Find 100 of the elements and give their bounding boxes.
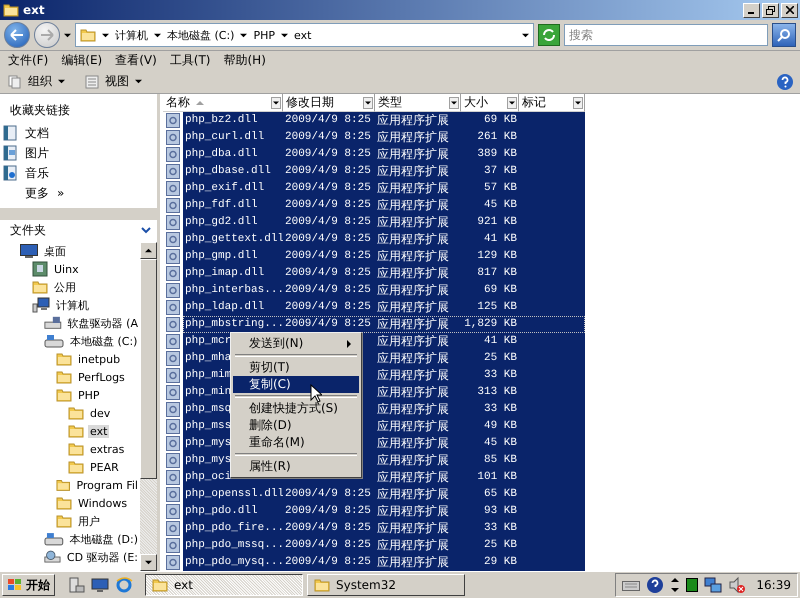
breadcrumb[interactable]: ext (294, 28, 312, 42)
tree-item[interactable]: 计算机 (54, 298, 91, 312)
file-row[interactable]: php_dba.dll 2009/4/9 8:25 应用程序扩展 389 KB (183, 146, 585, 163)
file-icon (166, 232, 180, 247)
folder-icon (56, 369, 72, 385)
search-field[interactable]: 搜索 (564, 24, 768, 46)
network-icon[interactable] (704, 576, 722, 594)
file-row[interactable]: php_exif.dll 2009/4/9 8:25 应用程序扩展 57 KB (183, 180, 585, 197)
picture-folder-icon (3, 145, 17, 161)
size-cell: 261 KB (477, 131, 517, 143)
tree-item[interactable]: Uinx (52, 262, 81, 276)
forward-button[interactable] (34, 22, 60, 48)
chevron-down-icon[interactable] (141, 226, 151, 234)
menu-item[interactable]: 查看(V) (111, 52, 166, 69)
column-header[interactable]: 修改日期 (286, 94, 334, 111)
back-arrow-icon (10, 29, 24, 41)
tree-item[interactable]: Program Fil (74, 478, 140, 492)
file-row[interactable]: php_bz2.dll 2009/4/9 8:25 应用程序扩展 69 KB (183, 112, 585, 129)
browser-icon[interactable] (115, 576, 133, 594)
menu-item[interactable]: 帮助(H) (220, 52, 275, 69)
search-button[interactable] (772, 23, 796, 47)
start-button[interactable]: 开始 (2, 574, 55, 596)
folders-title[interactable]: 文件夹 (10, 222, 46, 238)
tree-item[interactable]: PEAR (88, 460, 121, 474)
breadcrumb[interactable]: 本地磁盘 (C:) (167, 28, 234, 42)
tree-item[interactable]: 本地磁盘 (D:) (68, 532, 140, 546)
file-row[interactable]: php_pdo.dll 2009/4/9 8:25 应用程序扩展 93 KB (183, 503, 585, 520)
help-icon[interactable] (776, 72, 794, 90)
tree-item[interactable]: 本地磁盘 (C:) (68, 334, 140, 348)
toolbar-button[interactable]: 组织 (6, 73, 79, 90)
file-icon (166, 385, 180, 400)
caret-icon (145, 559, 152, 566)
tree-item[interactable]: PHP (76, 388, 102, 402)
menu-item[interactable]: 删除(D) (233, 417, 359, 434)
toolbar-button[interactable]: 视图 (83, 73, 156, 90)
file-row[interactable]: php_imap.dll 2009/4/9 8:25 应用程序扩展 817 KB (183, 265, 585, 282)
close-button[interactable] (781, 2, 798, 18)
more-arrow[interactable]: » (57, 186, 64, 200)
column-header[interactable]: 大小 (464, 94, 488, 111)
file-row[interactable]: php_ldap.dll 2009/4/9 8:25 应用程序扩展 125 KB (183, 299, 585, 316)
column-header[interactable]: 类型 (378, 94, 402, 111)
file-row[interactable]: php_interbas...2009/4/9 8:25 应用程序扩展 69 KB (183, 282, 585, 299)
status-icon[interactable] (686, 578, 698, 592)
tree-item[interactable]: extras (88, 442, 126, 456)
tree-item[interactable]: Windows (76, 496, 130, 510)
favorite-link[interactable]: 图片 (25, 144, 49, 162)
help-icon[interactable] (646, 576, 664, 594)
more-link[interactable]: 更多 (25, 184, 49, 202)
menu-item[interactable]: 编辑(E) (57, 52, 112, 69)
column-header[interactable]: 名称 (166, 94, 190, 111)
breadcrumb[interactable]: 计算机 (115, 28, 148, 42)
column-header[interactable]: 标记 (522, 94, 546, 111)
server-icon[interactable] (67, 576, 85, 594)
menu-item[interactable]: 重命名(M) (233, 434, 359, 451)
tree-item[interactable]: 公用 (52, 280, 78, 294)
file-row[interactable]: php_mbstring...2009/4/9 8:25 应用程序扩展 1,829 KB (183, 316, 585, 333)
menu-item[interactable]: 工具(T) (166, 52, 220, 69)
file-row[interactable]: php_dbase.dll 2009/4/9 8:25 应用程序扩展 37 KB (183, 163, 585, 180)
monitor-icon[interactable] (91, 576, 109, 594)
menu-item[interactable]: 文件(F) (4, 52, 58, 69)
file-row[interactable]: php_gettext.dll 2009/4/9 8:25 应用程序扩展 41 KB (183, 231, 585, 248)
file-row[interactable]: php_pdo_mssq...2009/4/9 8:25 应用程序扩展 25 KB (183, 537, 585, 554)
arrows-icon[interactable] (670, 576, 680, 594)
file-row[interactable]: php_pdo_mysq...2009/4/9 8:25 应用程序扩展 29 KB (183, 554, 585, 571)
tree-item[interactable]: PerfLogs (76, 370, 127, 384)
menu-item[interactable]: 复制(C) (233, 376, 359, 393)
file-row[interactable]: php_fdf.dll 2009/4/9 8:25 应用程序扩展 45 KB (183, 197, 585, 214)
tree-item[interactable]: 用户 (76, 514, 102, 528)
file-name: php_msq (185, 403, 232, 415)
favorites-title: 收藏夹链接 (9, 102, 71, 119)
scrollbar[interactable] (140, 242, 157, 571)
sort-arrow-icon (196, 98, 204, 106)
taskbar-button[interactable]: ext (145, 574, 303, 596)
taskbar-button[interactable]: System32 (307, 574, 465, 596)
caret-icon (102, 32, 109, 38)
tree-item[interactable]: CD 驱动器 (E: (64, 550, 140, 564)
clock[interactable]: 16:39 (756, 578, 791, 592)
speaker-muted-icon[interactable] (728, 576, 746, 594)
file-row[interactable]: php_openssl.dll 2009/4/9 8:25 应用程序扩展 65 KB (183, 486, 585, 503)
favorite-link[interactable]: 音乐 (25, 164, 49, 182)
restore-button[interactable] (762, 2, 779, 18)
address-field[interactable]: 计算机 本地磁盘 (C:) PHP ext (75, 23, 534, 47)
favorite-link[interactable]: 文档 (25, 124, 49, 142)
file-row[interactable]: php_gd2.dll 2009/4/9 8:25 应用程序扩展 921 KB (183, 214, 585, 231)
file-row[interactable]: php_pdo_fire...2009/4/9 8:25 应用程序扩展 33 KB (183, 520, 585, 537)
tree-item[interactable]: ext (88, 424, 110, 438)
minimize-button[interactable] (743, 2, 760, 18)
tree-item[interactable]: 桌面 (42, 244, 68, 258)
menu-item[interactable]: 发送到(N) (233, 335, 359, 352)
file-row[interactable]: php_gmp.dll 2009/4/9 8:25 应用程序扩展 129 KB (183, 248, 585, 265)
breadcrumb[interactable]: PHP (253, 28, 276, 42)
keyboard-icon[interactable] (622, 579, 640, 591)
menu-item[interactable]: 创建快捷方式(S) (233, 400, 359, 417)
file-name: php_fdf.dll (185, 199, 258, 211)
file-row[interactable]: php_curl.dll 2009/4/9 8:25 应用程序扩展 261 KB (183, 129, 585, 146)
refresh-button[interactable] (538, 24, 560, 46)
tree-item[interactable]: 软盘驱动器 (A (66, 316, 140, 330)
tree-item[interactable]: inetpub (76, 352, 122, 366)
tree-item[interactable]: dev (88, 406, 112, 420)
back-button[interactable] (4, 22, 30, 48)
